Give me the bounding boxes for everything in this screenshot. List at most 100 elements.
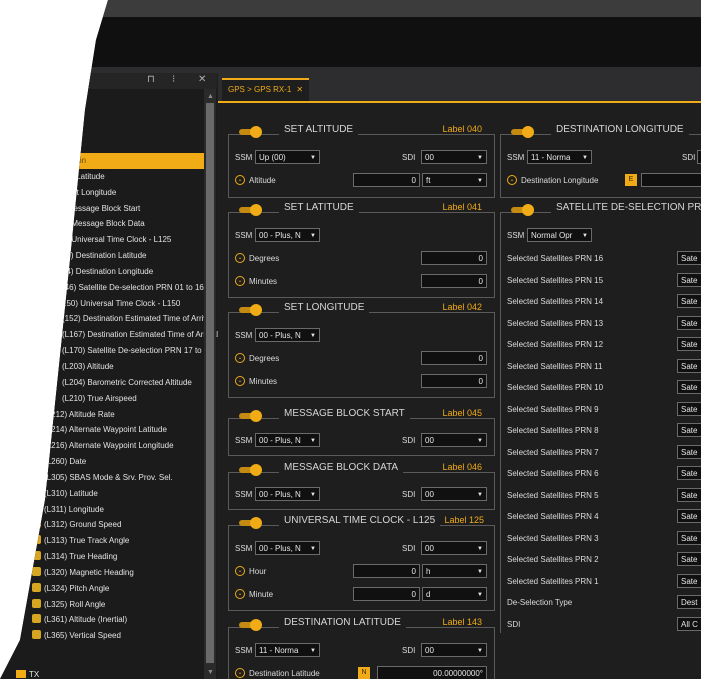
sdi-select[interactable]: 00 ▼: [421, 541, 487, 555]
sidebar-item[interactable]: (L320) Magnetic Heading: [0, 565, 204, 581]
satellite-select[interactable]: Sate: [677, 294, 701, 308]
sidebar-item[interactable]: (L170) Satellite De-selection PRN 17 to …: [0, 343, 213, 359]
sidebar-item[interactable]: ) Set Longitude: [0, 185, 204, 201]
sidebar-item[interactable]: 6) Message Block Data: [0, 216, 204, 232]
degrees-input[interactable]: 0: [421, 351, 487, 365]
sidebar-item[interactable]: (L210) True Airspeed: [0, 391, 204, 407]
sdi-select[interactable]: [697, 150, 701, 164]
sidebar-item[interactable]: (L310) Latitude: [0, 486, 204, 502]
expand-chevron-icon[interactable]: ⌄: [235, 589, 245, 599]
satellite-select[interactable]: Sate: [677, 401, 701, 416]
enable-toggle[interactable]: [239, 126, 262, 138]
satellite-select[interactable]: Sate: [677, 573, 701, 588]
sdi-select[interactable]: 00 ▼: [421, 433, 487, 447]
enable-toggle[interactable]: [239, 517, 262, 529]
sidebar-item[interactable]: (L313) True Track Angle: [0, 533, 204, 549]
sidebar-item[interactable]: (L311) Longitude: [0, 502, 204, 518]
scroll-up-icon[interactable]: ▲: [207, 93, 214, 100]
tab-close-icon[interactable]: ✕: [296, 85, 303, 94]
scrollbar-thumb[interactable]: [206, 103, 214, 663]
sidebar-item[interactable]: ...ation: [0, 153, 204, 169]
expand-chevron-icon[interactable]: ⌄: [235, 376, 245, 386]
ssm-select[interactable]: 11 - Norma ▼: [527, 150, 592, 164]
satellite-select[interactable]: Sate: [677, 272, 701, 287]
enable-toggle[interactable]: [239, 204, 262, 216]
sidebar-item[interactable]: (L325) Roll Angle: [0, 597, 204, 613]
expand-chevron-icon[interactable]: ⌄: [235, 353, 245, 363]
sidebar-item[interactable]: (L167) Destination Estimated Time of Arr…: [0, 327, 221, 343]
hemisphere-badge[interactable]: N: [358, 667, 370, 679]
expand-chevron-icon[interactable]: ⌄: [235, 253, 245, 263]
satellite-select[interactable]: Sate: [677, 509, 701, 523]
ssm-select[interactable]: Normal Opr ▼: [527, 228, 592, 242]
satellite-select[interactable]: Sate: [677, 530, 701, 545]
sidebar-item[interactable]: (L260) Date: [0, 454, 204, 470]
enable-toggle[interactable]: [239, 410, 262, 422]
ssm-select[interactable]: 00 - Plus, N ▼: [255, 328, 320, 342]
satellite-select[interactable]: Sate: [677, 466, 701, 480]
sidebar-item[interactable]: (46) Satellite De-selection PRN 01 to 16: [0, 280, 204, 296]
expand-chevron-icon[interactable]: ⌄: [235, 276, 245, 286]
sidebar-item[interactable]: (L203) Altitude: [0, 359, 204, 375]
satellite-select[interactable]: Sate: [677, 423, 701, 437]
sidebar-item[interactable]: Set Latitude: [0, 169, 204, 185]
sidebar-item[interactable]: ) Message Block Start: [0, 201, 204, 217]
satellite-select[interactable]: Sate: [677, 444, 701, 459]
expand-chevron-icon[interactable]: ⌄: [235, 175, 245, 185]
ssm-select[interactable]: Up (00) ▼: [255, 150, 320, 164]
ssm-select[interactable]: 00 - Plus, N ▼: [255, 228, 320, 242]
sidebar-item[interactable]: 43) Destination Latitude: [0, 248, 204, 264]
sidebar-item[interactable]: 44) Destination Longitude: [0, 264, 204, 280]
enable-toggle[interactable]: [239, 619, 262, 631]
sidebar-item[interactable]: (L361) Altitude (Inertial): [0, 612, 204, 628]
enable-toggle[interactable]: [511, 126, 534, 138]
minute-input[interactable]: 0: [353, 587, 420, 601]
sidebar-item[interactable]: 150) Universal Time Clock - L150: [0, 296, 204, 312]
sidebar-item[interactable]: (L312) Ground Speed: [0, 517, 204, 533]
tab-gps-rx-1[interactable]: GPS > GPS RX-1 ✕: [222, 78, 310, 102]
sidebar-item[interactable]: (L214) Alternate Waypoint Latitude: [0, 422, 204, 438]
tx-node[interactable]: TX: [16, 670, 39, 679]
sidebar-item[interactable]: (L324) Pitch Angle: [0, 581, 204, 597]
satellite-select[interactable]: Sate: [677, 380, 701, 394]
sdi-select[interactable]: 00 ▼: [421, 643, 487, 657]
enable-toggle[interactable]: [511, 204, 534, 216]
sidebar-item[interactable]: (L305) SBAS Mode & Srv. Prov. Sel.: [0, 470, 204, 486]
enable-toggle[interactable]: [239, 304, 262, 316]
ssm-select[interactable]: 00 - Plus, N ▼: [255, 541, 320, 555]
sidebar-item[interactable]: (L314) True Heading: [0, 549, 204, 565]
sidebar-item[interactable]: (L212) Altitude Rate: [0, 407, 204, 423]
satellite-select[interactable]: Dest: [677, 595, 701, 609]
minutes-input[interactable]: 0: [421, 374, 487, 388]
sdi-select[interactable]: 00 ▼: [421, 487, 487, 501]
altitude-input[interactable]: 0: [353, 173, 420, 187]
pin-icon[interactable]: ⊓: [147, 74, 155, 85]
satellite-select[interactable]: Sate: [677, 487, 701, 502]
enable-toggle[interactable]: [239, 464, 262, 476]
close-icon[interactable]: ✕: [198, 74, 206, 85]
sidebar-item[interactable]: (L204) Barometric Corrected Altitude: [0, 375, 204, 391]
minutes-input[interactable]: 0: [421, 274, 487, 288]
destination-longitude-input[interactable]: [641, 173, 701, 187]
scroll-down-icon[interactable]: ▼: [207, 669, 214, 676]
hemisphere-badge[interactable]: E: [625, 174, 637, 186]
satellite-select[interactable]: All C: [677, 616, 701, 631]
altitude-unit-select[interactable]: ft ▼: [422, 173, 487, 187]
sidebar-item[interactable]: (152) Destination Estimated Time of Arri…: [0, 311, 216, 327]
expand-chevron-icon[interactable]: ⌄: [235, 668, 245, 678]
expand-chevron-icon[interactable]: ⌄: [507, 175, 517, 185]
ssm-select[interactable]: 11 - Norma ▼: [255, 643, 320, 657]
ssm-select[interactable]: 00 - Plus, N ▼: [255, 487, 320, 501]
degrees-input[interactable]: 0: [421, 251, 487, 265]
sidebar-item[interactable]: (L216) Alternate Waypoint Longitude: [0, 438, 204, 454]
satellite-select[interactable]: Sate: [677, 337, 701, 351]
sidebar-scrollbar[interactable]: ▲ ▼: [204, 89, 216, 679]
satellite-select[interactable]: Sate: [677, 251, 701, 265]
expand-chevron-icon[interactable]: ⌄: [235, 566, 245, 576]
minute-unit-select[interactable]: d ▼: [422, 587, 487, 601]
hour-unit-select[interactable]: h ▼: [422, 564, 487, 578]
ssm-select[interactable]: 00 - Plus, N ▼: [255, 433, 320, 447]
sidebar-item[interactable]: (L365) Vertical Speed: [0, 628, 204, 644]
satellite-select[interactable]: Sate: [677, 358, 701, 373]
hour-input[interactable]: 0: [353, 564, 420, 578]
